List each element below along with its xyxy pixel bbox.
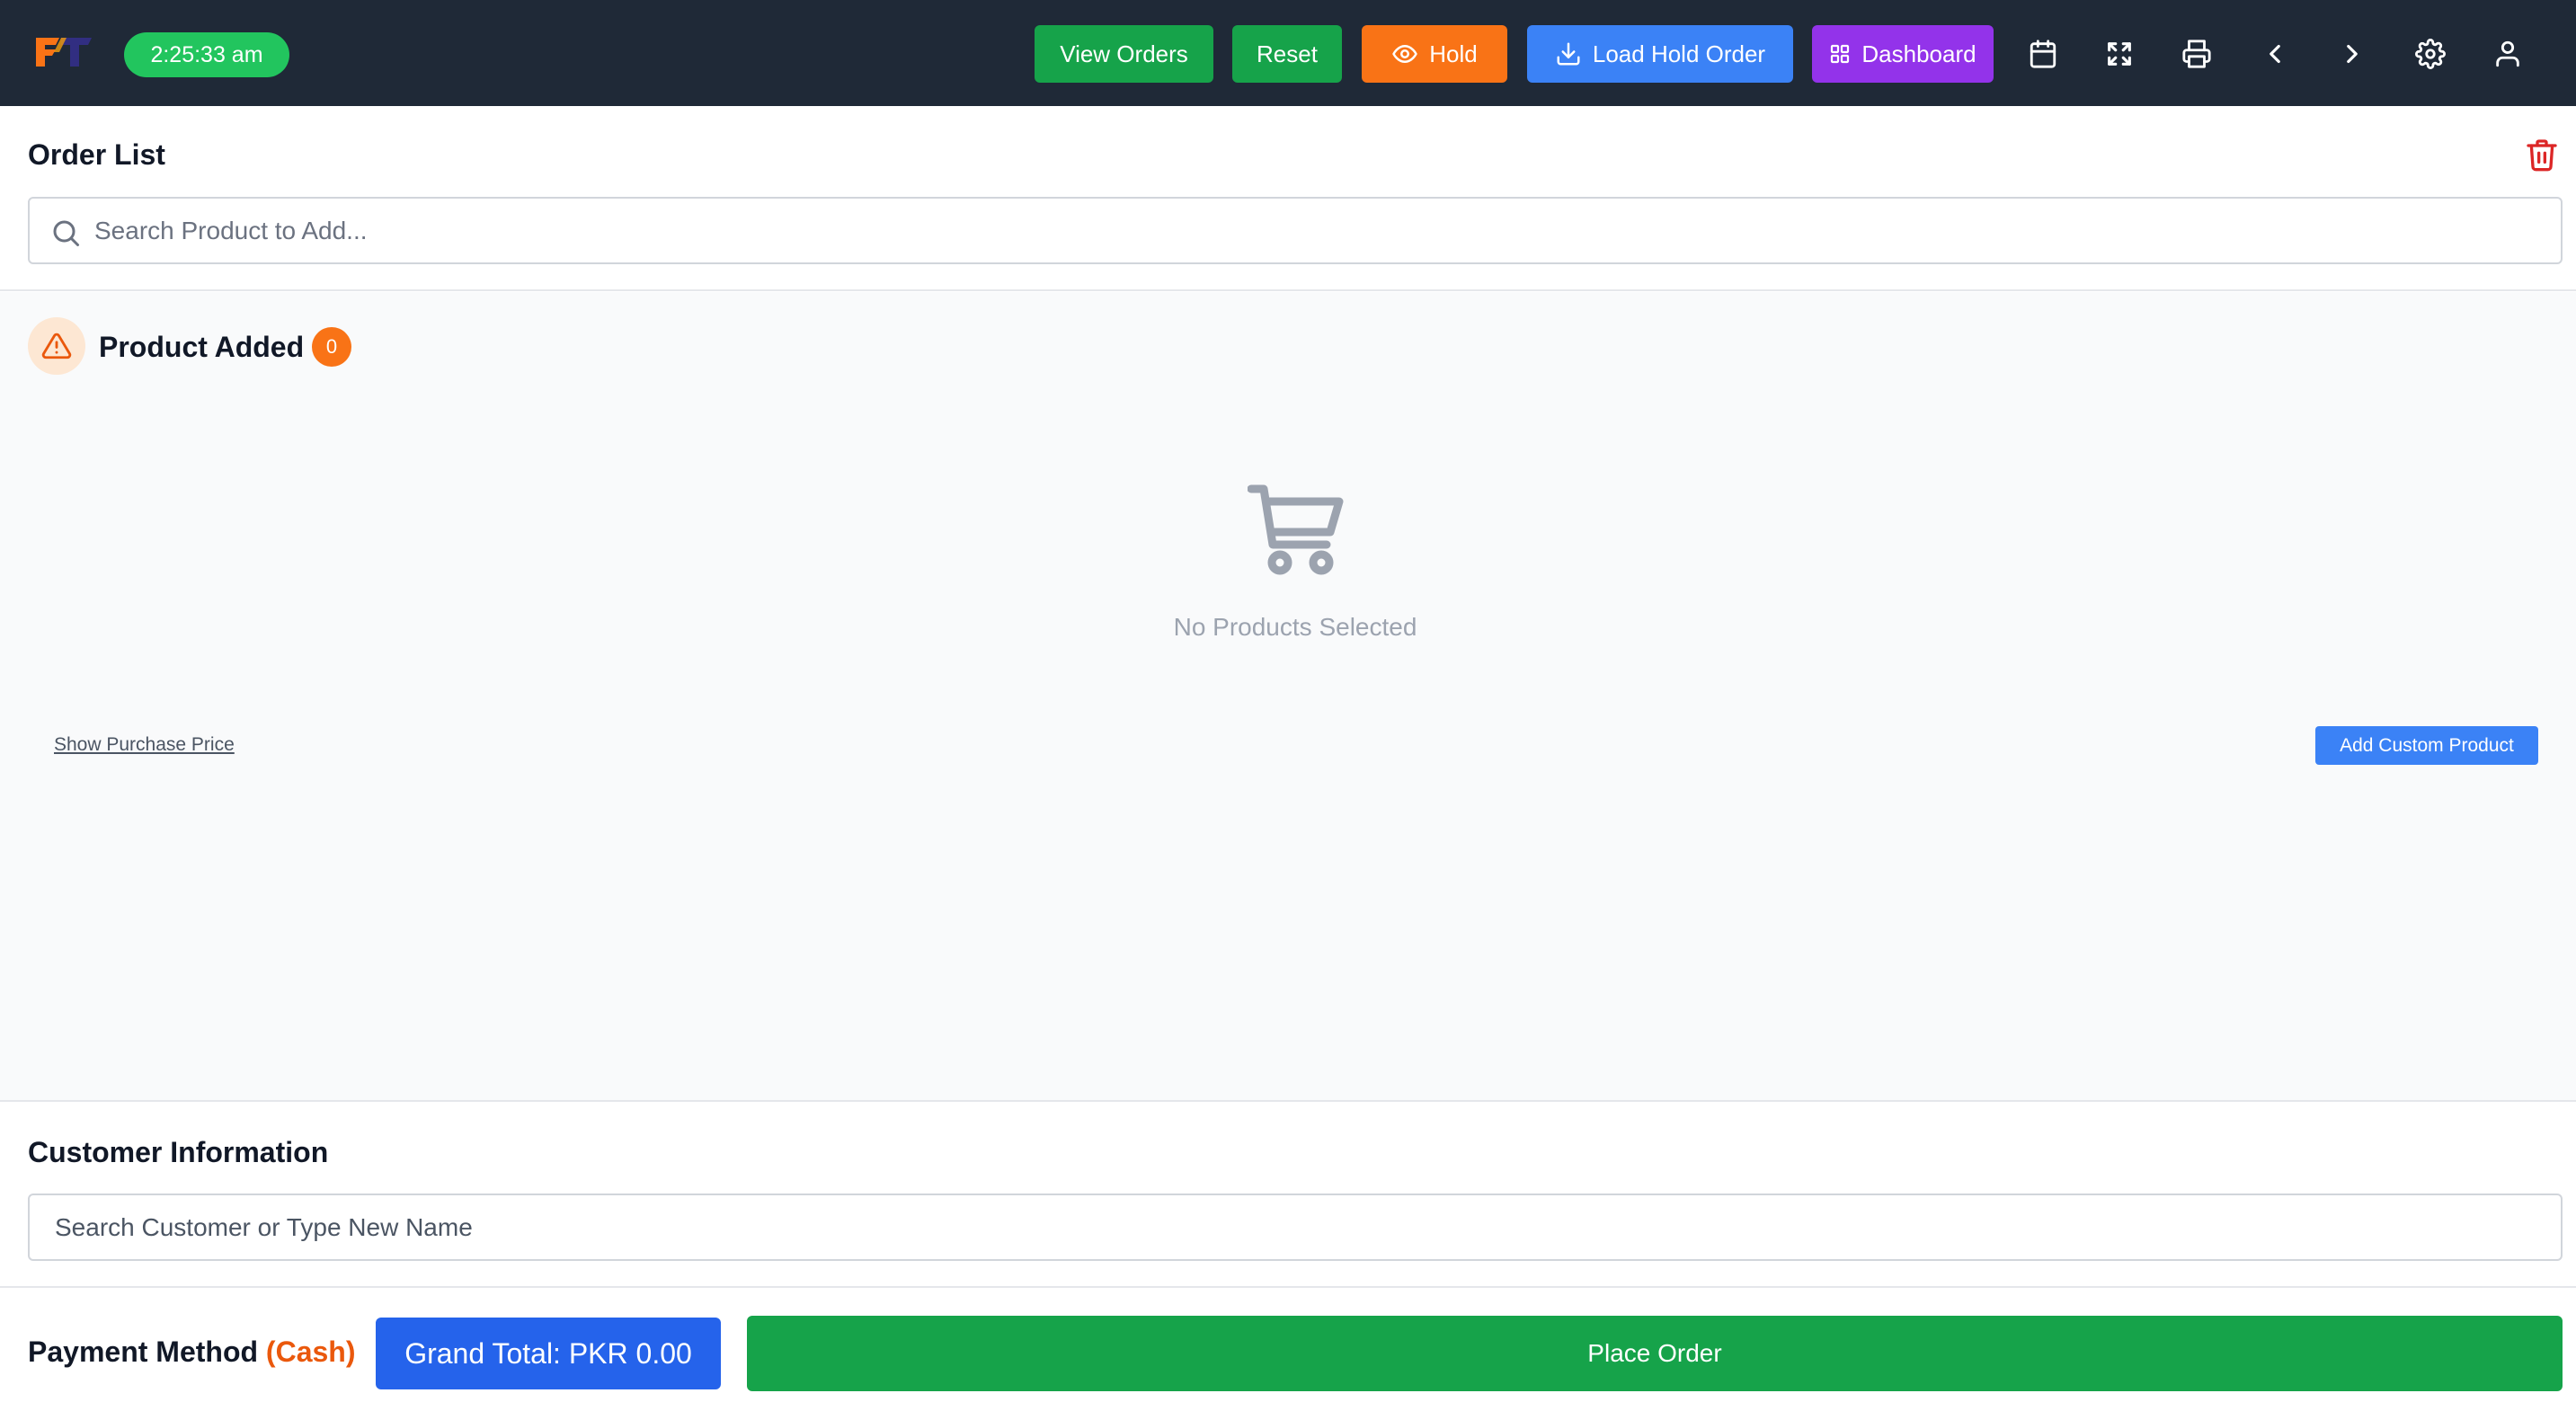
product-search-input[interactable] (94, 199, 2539, 262)
hold-button[interactable]: Hold (1362, 25, 1507, 83)
warning-icon (41, 333, 72, 359)
printer-icon[interactable] (2179, 36, 2215, 72)
product-count-badge: 0 (312, 327, 351, 367)
show-purchase-price-link[interactable]: Show Purchase Price (54, 734, 235, 756)
grid-icon (1831, 44, 1850, 64)
chevron-right-icon[interactable] (2334, 36, 2370, 72)
customer-information-title: Customer Information (28, 1136, 329, 1168)
view-orders-button[interactable]: View Orders (1035, 25, 1213, 83)
grand-total-badge: Grand Total: PKR 0.00 (376, 1318, 721, 1389)
reset-label: Reset (1257, 40, 1318, 67)
calendar-icon[interactable] (2025, 36, 2061, 72)
cart-icon (1247, 484, 1345, 577)
fullscreen-icon[interactable] (2101, 36, 2137, 72)
dashboard-button[interactable]: Dashboard (1812, 25, 1994, 83)
trash-icon[interactable] (2524, 135, 2560, 174)
gear-icon[interactable] (2412, 36, 2448, 72)
load-hold-order-button[interactable]: Load Hold Order (1527, 25, 1793, 83)
customer-search-input[interactable] (55, 1195, 2545, 1259)
search-icon (53, 220, 79, 246)
empty-products-message: No Products Selected (1173, 613, 1417, 641)
payment-method-text: Payment Method (28, 1336, 259, 1368)
download-icon (1557, 42, 1580, 66)
place-order-button[interactable]: Place Order (747, 1316, 2563, 1391)
top-navbar: 2:25:33 am View Orders Reset Hold Load H… (0, 0, 2576, 106)
add-custom-product-button[interactable]: Add Custom Product (2315, 726, 2538, 765)
payment-method-value: (Cash) (265, 1336, 356, 1368)
reset-button[interactable]: Reset (1232, 25, 1342, 83)
app-logo[interactable] (34, 34, 93, 70)
load-hold-order-label: Load Hold Order (1592, 40, 1766, 67)
warning-badge (28, 317, 85, 375)
order-list-title: Order List (28, 138, 165, 171)
hold-label: Hold (1429, 40, 1478, 67)
product-added-title: Product Added (99, 331, 305, 363)
payment-method-label[interactable]: Payment Method (Cash) (28, 1336, 355, 1369)
view-orders-label: View Orders (1060, 40, 1188, 67)
eye-icon (1392, 45, 1417, 63)
products-panel (0, 292, 2576, 1102)
product-search-field (28, 197, 2563, 264)
user-icon[interactable] (2490, 36, 2526, 72)
clock-badge: 2:25:33 am (124, 32, 289, 77)
dashboard-label: Dashboard (1861, 40, 1976, 67)
customer-search-field (28, 1194, 2563, 1261)
chevron-left-icon[interactable] (2257, 36, 2293, 72)
